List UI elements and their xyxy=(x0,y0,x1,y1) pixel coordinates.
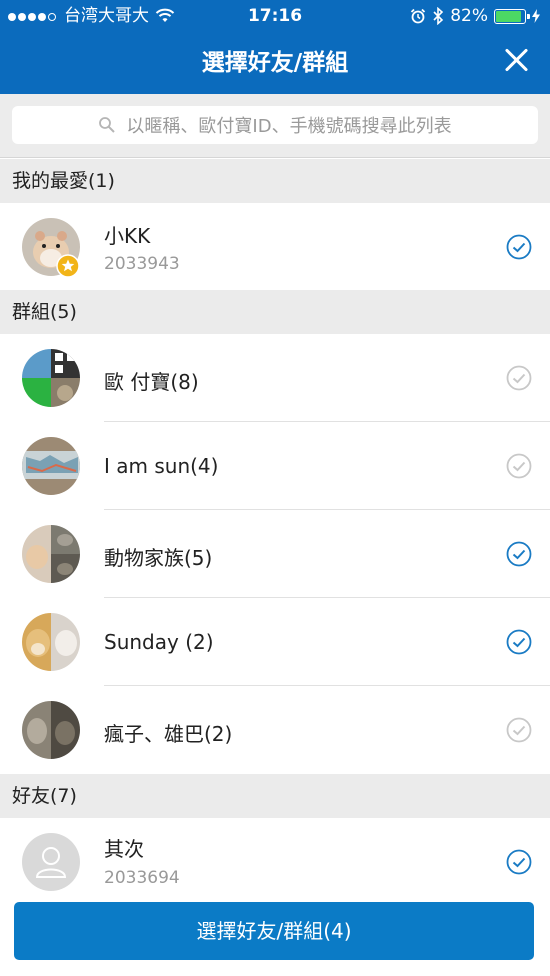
check-icon[interactable] xyxy=(506,849,532,875)
contact-name: 其次 xyxy=(104,837,144,861)
close-button[interactable] xyxy=(500,44,532,76)
search-input[interactable]: 以暱稱、歐付寶ID、手機號碼搜尋此列表 xyxy=(12,106,538,144)
avatar xyxy=(22,525,80,583)
list-item-group[interactable]: Sunday (2) xyxy=(0,598,550,686)
search-icon xyxy=(99,117,116,133)
list-item-group[interactable]: I am sun(4) xyxy=(0,422,550,510)
contact-id: 2033694 xyxy=(104,868,180,888)
bluetooth-icon xyxy=(433,7,444,25)
list-item-friend[interactable]: 其次 2033694 xyxy=(0,818,550,906)
contact-id: 2033943 xyxy=(104,254,180,274)
list-item-group[interactable]: 歐 付寶(8) xyxy=(0,334,550,422)
list-item-group[interactable]: 瘋子、雄巴(2) xyxy=(0,686,550,774)
avatar xyxy=(22,833,80,891)
page-title: 選擇好友/群組 xyxy=(201,50,349,76)
check-icon[interactable] xyxy=(506,365,532,391)
group-name: 動物家族(5) xyxy=(104,546,213,570)
charging-icon xyxy=(532,9,540,23)
alarm-icon xyxy=(411,8,426,24)
search-area: 以暱稱、歐付寶ID、手機號碼搜尋此列表 xyxy=(0,94,550,158)
contact-name: 小KK xyxy=(104,224,151,248)
section-favorites: 我的最愛(1) xyxy=(0,159,550,203)
section-groups: 群組(5) xyxy=(0,290,550,334)
check-icon[interactable] xyxy=(506,629,532,655)
check-icon[interactable] xyxy=(506,234,532,260)
battery-percent: 82% xyxy=(450,6,488,26)
search-placeholder: 以暱稱、歐付寶ID、手機號碼搜尋此列表 xyxy=(126,116,452,137)
group-name: 瘋子、雄巴(2) xyxy=(104,722,233,746)
group-name: I am sun(4) xyxy=(104,454,219,478)
avatar xyxy=(22,613,80,671)
group-name: Sunday (2) xyxy=(104,630,214,654)
list-item-favorite[interactable]: 小KK 2033943 xyxy=(0,203,550,291)
list-item-group[interactable]: 動物家族(5) xyxy=(0,510,550,598)
check-icon[interactable] xyxy=(506,453,532,479)
avatar xyxy=(22,349,80,407)
avatar xyxy=(22,701,80,759)
select-friends-groups-button[interactable]: 選擇好友/群組(4) xyxy=(14,902,534,960)
battery-icon xyxy=(494,8,530,24)
status-bar: 台湾大哥大 17:16 82% xyxy=(0,0,550,32)
favorite-star-icon xyxy=(56,254,80,278)
top-bar: 台湾大哥大 17:16 82% 選擇好友/群組 xyxy=(0,0,550,94)
check-icon[interactable] xyxy=(506,541,532,567)
avatar xyxy=(22,437,80,495)
section-friends: 好友(7) xyxy=(0,774,550,818)
group-name: 歐 付寶(8) xyxy=(104,370,199,394)
check-icon[interactable] xyxy=(506,717,532,743)
